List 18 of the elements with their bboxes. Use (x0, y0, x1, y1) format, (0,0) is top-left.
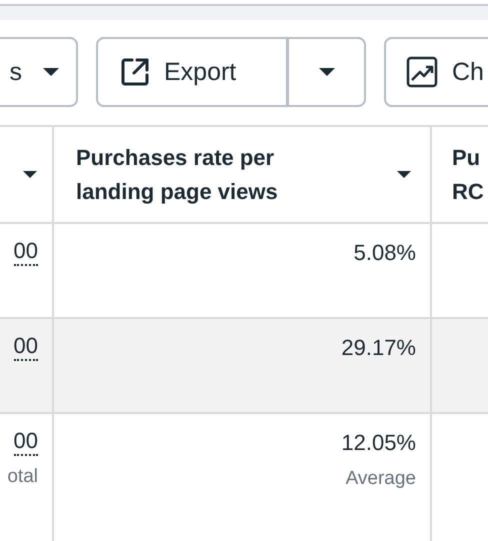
summary-label: otal (7, 466, 38, 488)
table-link[interactable]: 00 (14, 428, 38, 456)
caret-icon (396, 170, 412, 179)
dropdown-button[interactable] (288, 37, 366, 107)
caret-icon (318, 67, 336, 77)
export-button[interactable]: Export (96, 37, 288, 107)
chart-icon (406, 56, 438, 88)
table-cell-text: 12.05% (341, 429, 416, 457)
caret-icon (42, 67, 60, 77)
table-link[interactable]: 00 (14, 333, 38, 361)
table-link[interactable]: 00 (14, 238, 38, 266)
dropdown-button[interactable]: s (0, 37, 78, 107)
table-cell-text: 29.17% (341, 334, 416, 362)
summary-label: Average (346, 468, 416, 490)
export-icon (120, 57, 150, 87)
chart-button[interactable]: Ch (384, 37, 488, 107)
table-cell-text: 5.08% (354, 239, 416, 267)
caret-icon (22, 170, 38, 179)
